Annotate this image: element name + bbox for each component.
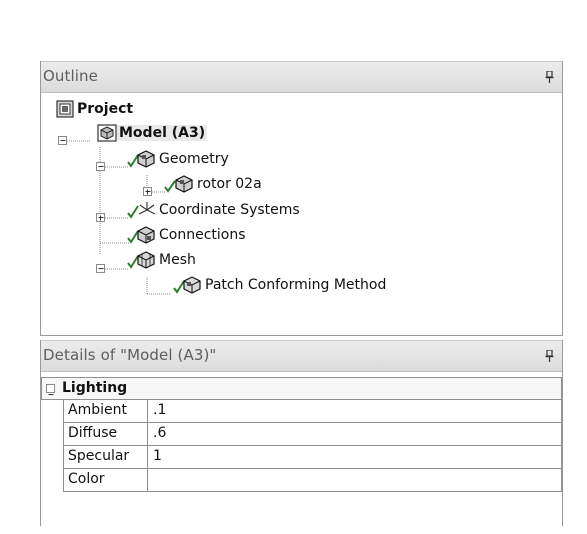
mesh-icon	[127, 251, 155, 269]
body-icon	[164, 175, 193, 193]
pin-icon[interactable]	[545, 71, 554, 83]
rotor-expand-toggle[interactable]	[143, 187, 152, 196]
mesh-collapse-toggle[interactable]	[96, 264, 105, 273]
details-title: Details of "Model (A3)"	[43, 346, 217, 364]
details-panel: Details of "Model (A3)" Lighting Ambient…	[40, 340, 563, 526]
geometry-icon	[127, 150, 155, 168]
tree-item-geometry[interactable]: Geometry	[123, 149, 231, 169]
tree-item-connections[interactable]: Connections	[123, 225, 248, 245]
pin-icon[interactable]	[545, 350, 554, 362]
geometry-collapse-toggle[interactable]	[96, 162, 105, 171]
tree-label-model: Model (A3)	[117, 125, 208, 141]
tree-label-coordinate-systems: Coordinate Systems	[159, 202, 300, 218]
model-collapse-toggle[interactable]	[58, 136, 67, 145]
tree-label-rotor: rotor 02a	[197, 176, 262, 192]
category-label-lighting: Lighting	[62, 380, 128, 396]
outline-header: Outline	[41, 61, 562, 93]
tree-item-mesh[interactable]: Mesh	[123, 250, 198, 270]
tree-item-project[interactable]: Project	[55, 99, 135, 119]
property-row-diffuse[interactable]: Diffuse .6	[63, 423, 562, 446]
project-icon	[56, 100, 74, 118]
property-row-ambient[interactable]: Ambient .1	[63, 400, 562, 423]
property-name: Ambient	[64, 400, 148, 422]
property-value[interactable]	[148, 469, 561, 493]
property-value[interactable]: .6	[148, 423, 561, 447]
details-grid: Lighting Ambient .1 Diffuse .6 Specular …	[41, 377, 562, 492]
property-value[interactable]: .1	[148, 400, 561, 424]
outline-tree: Project Model (A3) Geometry rotor 02a Co…	[41, 93, 562, 335]
tree-item-rotor[interactable]: rotor 02a	[161, 174, 264, 194]
property-row-specular[interactable]: Specular 1	[63, 446, 562, 469]
property-name: Specular	[64, 446, 148, 468]
coordinate-axes-icon	[127, 202, 156, 219]
lighting-collapse-toggle[interactable]	[46, 384, 55, 395]
tree-item-coordinate-systems[interactable]: Coordinate Systems	[123, 200, 302, 220]
tree-label-connections: Connections	[159, 227, 246, 243]
outline-title: Outline	[43, 67, 98, 85]
property-row-color[interactable]: Color	[63, 469, 562, 492]
connections-icon	[127, 226, 155, 244]
tree-item-patch-conforming-method[interactable]: Patch Conforming Method	[169, 275, 388, 295]
tree-label-patch-conforming-method: Patch Conforming Method	[205, 277, 387, 293]
method-icon	[173, 276, 201, 294]
property-name: Color	[64, 469, 148, 491]
property-value[interactable]: 1	[148, 446, 561, 470]
details-header: Details of "Model (A3)"	[41, 340, 562, 372]
model-icon	[97, 124, 117, 142]
category-row-lighting[interactable]: Lighting	[41, 377, 562, 400]
tree-label-project: Project	[77, 101, 134, 117]
tree-label-geometry: Geometry	[159, 151, 229, 167]
coordinate-systems-expand-toggle[interactable]	[96, 213, 105, 222]
property-name: Diffuse	[64, 423, 148, 445]
tree-item-model[interactable]: Model (A3)	[97, 123, 208, 143]
outline-panel: Outline Project Model (A3) Geometry roto…	[40, 61, 563, 336]
tree-label-mesh: Mesh	[159, 252, 196, 268]
